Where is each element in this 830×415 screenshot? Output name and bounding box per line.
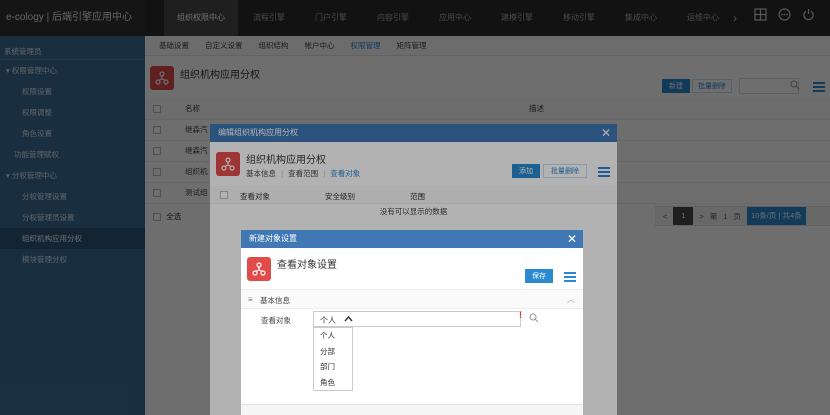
search-icon[interactable] [529,313,539,325]
dialog2-footer [241,404,583,415]
option-role[interactable]: 角色 [314,375,352,391]
option-department[interactable]: 部门 [314,359,352,375]
option-person[interactable]: 个人 [314,328,352,344]
dialog2-app-icon [247,257,271,281]
section-menu-icon: ≡ [248,295,253,304]
dialog2-list-menu-icon[interactable] [564,272,576,282]
close-icon[interactable]: ✕ [567,230,577,248]
collapse-chevron-icon[interactable]: ︿ [567,294,575,305]
new-object-dialog-heading: 查看对象设置 [277,260,337,271]
new-object-dialog-title-bar: 新建对象设置 ✕ [241,230,583,248]
save-button[interactable]: 保存 [525,269,553,283]
section-basic-info[interactable]: ≡ 基本信息 ︿ [241,289,583,309]
object-type-selected: 个人 [320,316,336,325]
object-type-select[interactable]: 个人 [313,311,521,327]
chevron-up-icon[interactable] [344,315,353,324]
object-type-dropdown: 个人 分部 部门 角色 [313,327,353,391]
required-marker: ! [519,310,522,320]
option-subcompany[interactable]: 分部 [314,344,352,360]
section-title: 基本信息 [260,296,290,305]
new-object-dialog: 新建对象设置 ✕ 查看对象设置 保存 ≡ 基本信息 ︿ 查看对象 个人 ! 个人… [241,230,583,415]
field-label-object: 查看对象 [261,316,291,325]
new-object-dialog-title: 新建对象设置 [249,234,297,243]
